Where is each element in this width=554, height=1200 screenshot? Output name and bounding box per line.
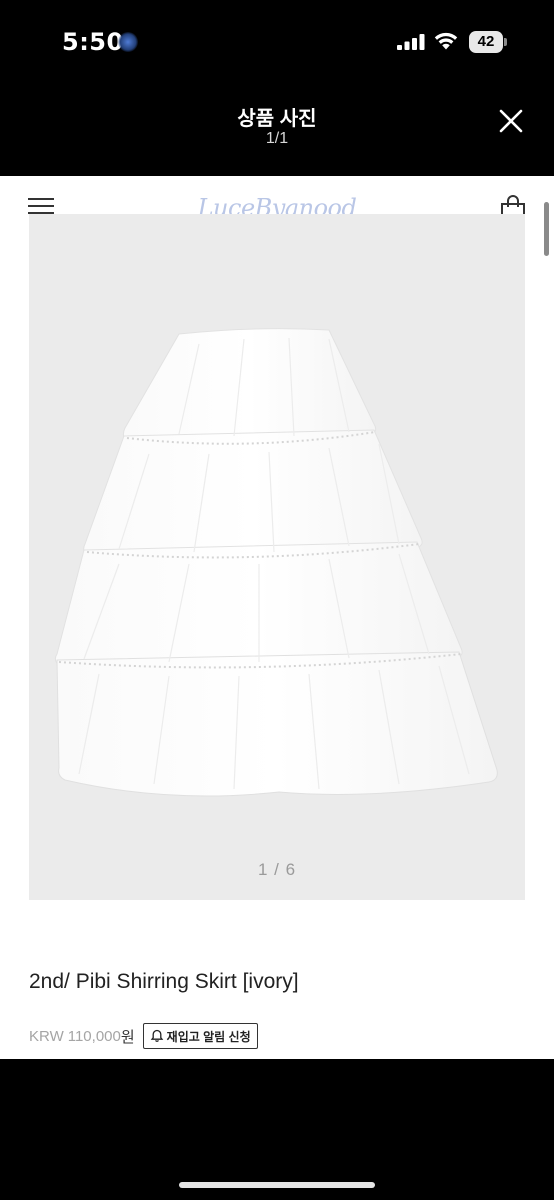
photo-viewer-header: 상품 사진 1/1 [0, 86, 554, 176]
price-row: KRW 110,000 원 재입고 알림 신청 [29, 1022, 258, 1050]
price-unit: 원 [120, 1028, 135, 1046]
scrollbar[interactable] [544, 202, 549, 256]
image-counter: 1 / 6 [257, 860, 297, 879]
restock-alert-label: 재입고 알림 신청 [166, 1029, 251, 1044]
viewer-page-counter: 1/1 [265, 130, 289, 147]
product-page-screenshot: LuceByanood 1 / 6 2nd/ Pibi Shirring Ski… [0, 176, 554, 1059]
price-currency: KRW [29, 1027, 64, 1045]
close-icon[interactable] [494, 104, 528, 138]
status-bar: 5:50 42 [0, 0, 554, 86]
battery-level: 42 [477, 33, 495, 50]
restock-alert-button[interactable]: 재입고 알림 신청 [142, 1023, 258, 1049]
home-indicator[interactable] [179, 1182, 375, 1188]
product-image[interactable]: 1 / 6 [29, 214, 525, 900]
product-name: 2nd/ Pibi Shirring Skirt [ivory] [29, 970, 299, 993]
skirt-photo [54, 328, 498, 797]
battery-icon: 42 [469, 31, 507, 53]
wifi-icon [434, 32, 458, 50]
hamburger-menu-icon[interactable] [28, 196, 54, 216]
viewer-title: 상품 사진 [237, 108, 317, 130]
bell-icon [150, 1029, 163, 1042]
cellular-signal-icon [397, 34, 425, 50]
price-value: 110,000 [67, 1027, 121, 1045]
status-time: 5:50 [62, 28, 124, 56]
focus-indicator-icon [118, 32, 138, 52]
